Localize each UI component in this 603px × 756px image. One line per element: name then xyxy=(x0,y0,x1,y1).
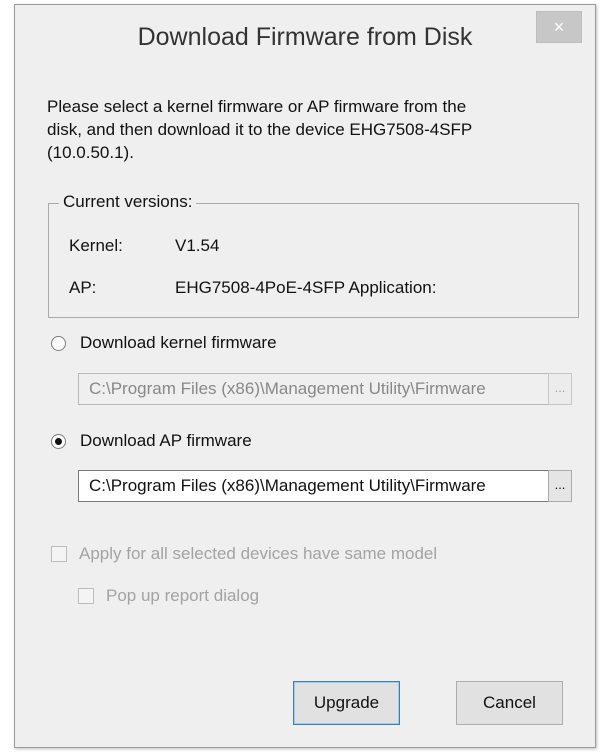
instructions-line-2: disk, and then download it to the device… xyxy=(47,120,473,139)
ap-label: AP: xyxy=(69,278,97,297)
close-button[interactable]: × xyxy=(536,11,582,43)
kernel-firmware-path-input[interactable]: C:\Program Files (x86)\Management Utilit… xyxy=(78,373,550,405)
popup-report-checkbox[interactable]: Pop up report dialog xyxy=(78,586,259,606)
apply-all-label: Apply for all selected devices have same… xyxy=(79,544,438,563)
cancel-button[interactable]: Cancel xyxy=(456,681,563,725)
download-ap-label: Download AP firmware xyxy=(80,431,252,450)
download-kernel-label: Download kernel firmware xyxy=(80,333,277,352)
current-versions-legend: Current versions: xyxy=(59,192,197,212)
close-icon: × xyxy=(553,17,565,37)
ap-browse-button[interactable]: ... xyxy=(548,470,572,502)
current-versions-group: Current versions: Kernel: V1.54 AP: EHG7… xyxy=(48,192,579,318)
instructions-line-3: (10.0.50.1). xyxy=(47,143,134,162)
radio-button-ap[interactable] xyxy=(51,433,66,449)
ap-version-value: EHG7508-4PoE-4SFP Application: xyxy=(175,278,437,297)
instructions-text: Please select a kernel firmware or AP fi… xyxy=(47,95,567,164)
popup-report-label: Pop up report dialog xyxy=(106,586,260,605)
apply-all-checkbox-box[interactable] xyxy=(51,546,67,562)
firmware-dialog: Download Firmware from Disk × Please sel… xyxy=(14,4,596,748)
apply-all-checkbox[interactable]: Apply for all selected devices have same… xyxy=(51,544,437,564)
download-ap-radio[interactable]: Download AP firmware xyxy=(51,431,252,451)
kernel-browse-button[interactable]: ... xyxy=(548,373,572,405)
dialog-body: Please select a kernel firmware or AP fi… xyxy=(15,67,595,747)
kernel-version-value: V1.54 xyxy=(175,236,220,255)
popup-report-checkbox-box[interactable] xyxy=(78,588,94,604)
kernel-label: Kernel: xyxy=(69,236,123,255)
radio-button-kernel[interactable] xyxy=(51,335,66,351)
upgrade-button[interactable]: Upgrade xyxy=(293,681,400,725)
ap-firmware-path-input[interactable]: C:\Program Files (x86)\Management Utilit… xyxy=(78,470,550,502)
dialog-title: Download Firmware from Disk xyxy=(137,23,473,51)
download-kernel-radio[interactable]: Download kernel firmware xyxy=(51,333,277,353)
instructions-line-1: Please select a kernel firmware or AP fi… xyxy=(47,97,467,116)
title-bar: Download Firmware from Disk × xyxy=(15,5,595,67)
